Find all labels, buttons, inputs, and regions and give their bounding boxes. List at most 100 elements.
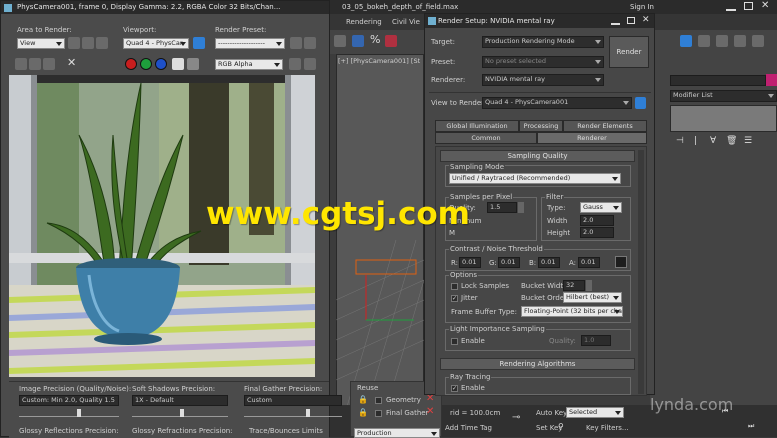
render-setup-close-icon[interactable]: ✕ [642, 15, 650, 25]
final-gather-slider[interactable] [244, 409, 342, 417]
display-tab-icon[interactable] [752, 35, 764, 47]
menu-rendering[interactable]: Rendering [346, 18, 382, 26]
light-importance-enable-checkbox[interactable] [451, 338, 458, 345]
viewport-dropdown[interactable]: Quad 4 - PhysCar [123, 38, 189, 49]
bucket-width-spinner[interactable] [586, 280, 592, 291]
frame-buffer-dropdown[interactable]: Floating-Point (32 bits per cha [521, 306, 623, 317]
render-setup-minimize[interactable] [611, 17, 620, 25]
renderer-dropdown[interactable]: NVIDIA mental ray [482, 74, 604, 86]
render-setup-icon[interactable] [290, 37, 302, 49]
tab-common[interactable]: Common [435, 132, 537, 144]
quality-spinner[interactable] [518, 202, 524, 213]
close-icon[interactable]: ✕ [761, 0, 769, 11]
copy-image-icon[interactable] [96, 37, 108, 49]
soft-shadows-slider[interactable] [132, 409, 228, 417]
tab-processing[interactable]: Processing [519, 120, 563, 132]
soft-shadows-slider-handle[interactable] [180, 409, 184, 417]
area-to-render-dropdown[interactable]: View [17, 38, 65, 49]
configure-sets-icon[interactable]: ☰ [744, 136, 752, 146]
percent-snap-icon[interactable]: % [370, 33, 380, 46]
key-filters-button[interactable]: Key Filters... [586, 424, 629, 432]
lock-samples-checkbox[interactable] [451, 283, 458, 290]
bucket-width-field[interactable]: 32 [563, 280, 585, 291]
selected-dropdown[interactable]: Selected [566, 407, 624, 418]
final-gather-lock-icon[interactable]: 🔒 [358, 408, 368, 417]
jitter-checkbox[interactable]: ✓ [451, 295, 458, 302]
quality-field[interactable]: 1.5 [487, 202, 517, 213]
light-importance-quality-field[interactable]: 1.0 [581, 335, 611, 346]
clear-icon[interactable]: ✕ [67, 56, 76, 69]
snap-toggle-icon[interactable] [352, 35, 364, 47]
filter-type-dropdown[interactable]: Gauss [580, 202, 622, 213]
view-to-render-dropdown[interactable]: Quad 4 - PhysCamera001 [482, 97, 632, 109]
object-name-field[interactable] [670, 75, 766, 86]
image-precision-slider-handle[interactable] [77, 409, 81, 417]
modify-tab-icon[interactable] [698, 35, 710, 47]
toggle-ui-icon[interactable] [304, 58, 316, 70]
object-color-swatch[interactable] [766, 74, 777, 86]
green-channel-swatch[interactable] [140, 58, 152, 70]
alpha-channel-icon[interactable] [172, 58, 184, 70]
target-dropdown[interactable]: Production Rendering Mode [482, 36, 604, 48]
next-frame-icon[interactable]: ⏭ [748, 422, 754, 431]
modifier-stack[interactable] [670, 105, 777, 132]
contrast-g-field[interactable]: 0.01 [498, 257, 520, 268]
contrast-color-swatch[interactable] [615, 256, 627, 268]
soft-shadows-field[interactable]: 1X - Default [132, 395, 228, 406]
toggle-ui-overlay-icon[interactable] [289, 58, 301, 70]
ray-tracing-enable-checkbox[interactable]: ✓ [451, 385, 458, 392]
contrast-r-field[interactable]: 0.01 [459, 257, 481, 268]
tab-global-illumination[interactable]: Global Illumination [435, 120, 519, 132]
maximize-button[interactable] [744, 2, 753, 10]
show-end-result-icon[interactable]: | [694, 136, 697, 146]
save-image-icon[interactable] [15, 58, 27, 70]
tab-renderer[interactable]: Renderer [537, 132, 647, 144]
pin-stack-icon[interactable]: ⊣ [676, 136, 684, 146]
channel-dropdown[interactable]: RGB Alpha [215, 59, 283, 70]
tab-render-elements[interactable]: Render Elements [563, 120, 647, 132]
hierarchy-tab-icon[interactable] [716, 35, 728, 47]
spinner-snap-icon[interactable] [385, 35, 397, 47]
auto-key-button[interactable]: Auto Key [536, 409, 567, 417]
image-precision-field[interactable]: Custom: Min 2.0, Quality 1.5 [19, 395, 119, 406]
red-channel-swatch[interactable] [125, 58, 137, 70]
remove-modifier-icon[interactable]: 🗑 [726, 136, 737, 146]
sign-in-link[interactable]: Sign In [630, 3, 654, 11]
render-setup-maximize[interactable] [627, 17, 635, 24]
modifier-list-dropdown[interactable]: Modifier List [670, 90, 777, 102]
lock-view-icon[interactable] [635, 97, 646, 109]
environment-icon[interactable] [304, 37, 316, 49]
preset-dropdown[interactable]: No preset selected [482, 56, 604, 68]
lock-viewport-icon[interactable] [193, 37, 205, 49]
motion-tab-icon[interactable] [734, 35, 746, 47]
width-field[interactable]: 2.0 [580, 215, 614, 226]
key-icon[interactable]: ⚲ [558, 422, 564, 431]
final-gather-checkbox[interactable] [375, 410, 382, 417]
clone-frame-icon[interactable] [29, 58, 41, 70]
mono-channel-icon[interactable] [187, 58, 199, 70]
blue-channel-swatch[interactable] [155, 58, 167, 70]
add-time-tag-button[interactable]: Add Time Tag [445, 424, 492, 432]
key-mode-icon[interactable]: ⊸ [512, 412, 520, 423]
render-button[interactable]: Render [609, 36, 649, 68]
make-unique-icon[interactable]: ∀ [710, 136, 716, 146]
edit-region-icon[interactable] [68, 37, 80, 49]
print-icon[interactable] [43, 58, 55, 70]
geometry-lock-icon[interactable]: 🔒 [358, 395, 368, 404]
geometry-checkbox[interactable] [375, 397, 382, 404]
minimize-button[interactable] [726, 3, 736, 11]
scrollbar[interactable] [638, 150, 644, 394]
sampling-mode-dropdown[interactable]: Unified / Raytraced (Recommended) [449, 173, 621, 184]
bucket-order-dropdown[interactable]: Hilbert (best) [563, 292, 622, 303]
rendering-algorithms-rollout-header[interactable]: Rendering Algorithms [440, 358, 635, 370]
select-move-icon[interactable] [334, 35, 346, 47]
final-gather-slider-handle[interactable] [306, 409, 310, 417]
menu-civil-view[interactable]: Civil Vie [392, 18, 420, 26]
final-gather-precision-field[interactable]: Custom [244, 395, 342, 406]
viewport-label[interactable]: [+] [PhysCamera001] [St [338, 57, 420, 65]
render-preset-dropdown[interactable]: -------------------- [215, 38, 285, 49]
create-tab-icon[interactable] [680, 35, 692, 47]
sampling-quality-rollout-header[interactable]: Sampling Quality [440, 150, 635, 162]
image-precision-slider[interactable] [19, 409, 119, 417]
auto-region-icon[interactable] [82, 37, 94, 49]
